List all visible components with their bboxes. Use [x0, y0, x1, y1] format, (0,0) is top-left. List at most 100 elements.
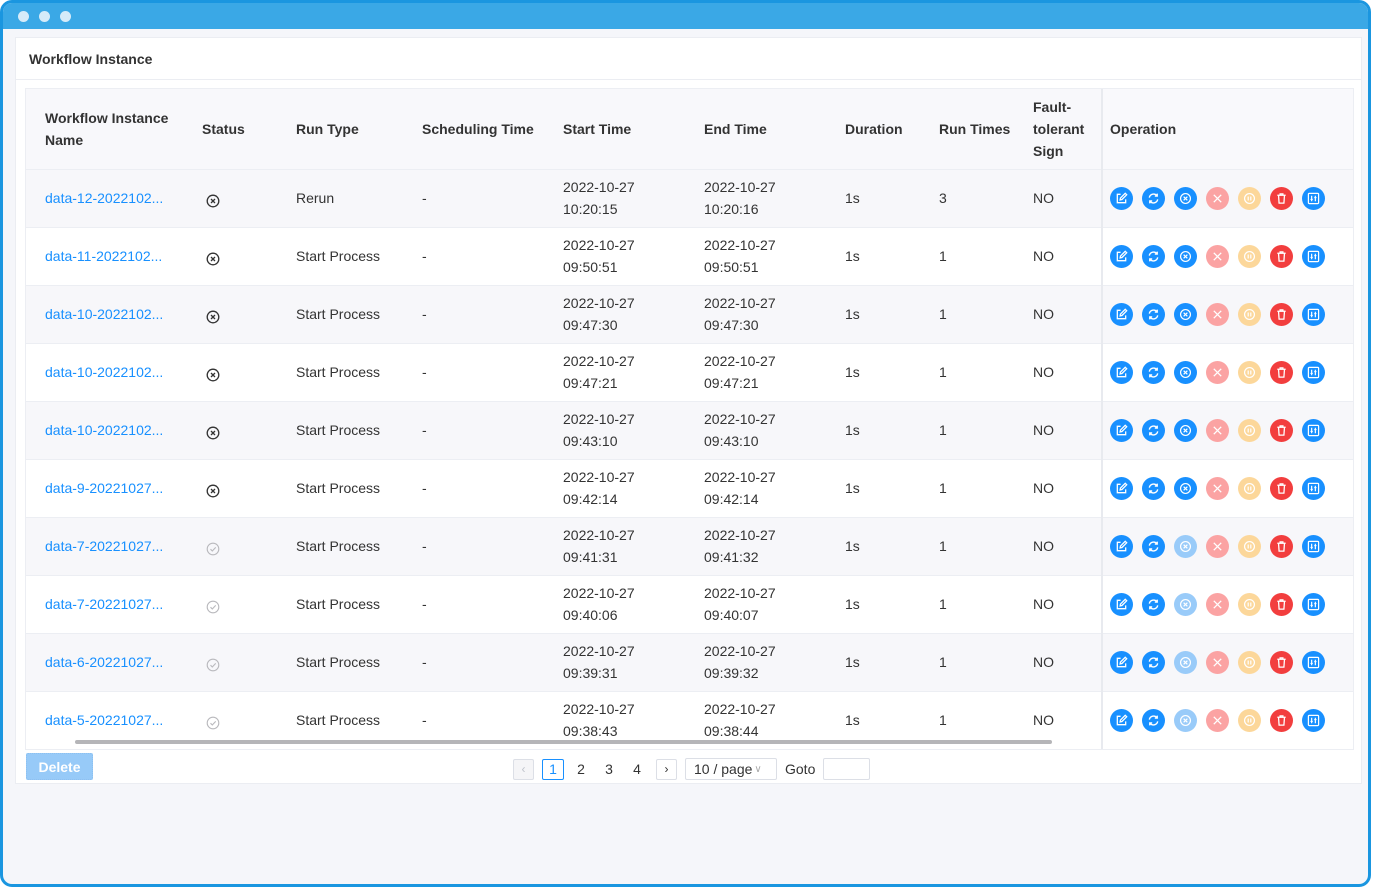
recover-failed-button[interactable] — [1206, 476, 1229, 500]
workflow-instance-link[interactable]: data-12-2022102... — [45, 190, 163, 206]
recover-failed-button[interactable] — [1206, 244, 1229, 268]
gantt-button[interactable] — [1302, 708, 1325, 732]
edit-button[interactable] — [1110, 534, 1133, 558]
pause-button[interactable] — [1238, 360, 1261, 384]
rerun-button[interactable] — [1142, 418, 1165, 442]
run-type-cell: Start Process — [288, 459, 414, 518]
gantt-button[interactable] — [1302, 592, 1325, 616]
edit-button[interactable] — [1110, 186, 1133, 210]
prev-page-button[interactable]: ‹ — [513, 758, 534, 780]
workflow-instance-link[interactable]: data-7-20221027... — [45, 596, 163, 612]
stop-button[interactable] — [1174, 186, 1197, 210]
workflow-instance-link[interactable]: data-10-2022102... — [45, 306, 163, 322]
pause-button[interactable] — [1238, 650, 1261, 674]
stop-button[interactable] — [1174, 650, 1197, 674]
gantt-button[interactable] — [1302, 244, 1325, 268]
edit-button[interactable] — [1110, 360, 1133, 384]
page-size-select[interactable]: 10 / page ∨ — [685, 758, 777, 780]
pause-button[interactable] — [1238, 534, 1261, 558]
rerun-button[interactable] — [1142, 302, 1165, 326]
gantt-button[interactable] — [1302, 476, 1325, 500]
stop-button[interactable] — [1174, 534, 1197, 558]
window-minimize-button[interactable] — [39, 10, 50, 22]
delete-button[interactable] — [1270, 244, 1293, 268]
stop-button[interactable] — [1174, 244, 1197, 268]
gantt-button[interactable] — [1302, 418, 1325, 442]
pause-button[interactable] — [1238, 708, 1261, 732]
run-times-cell: 1 — [931, 575, 1025, 634]
gantt-button[interactable] — [1302, 534, 1325, 558]
run-type-cell: Start Process — [288, 343, 414, 402]
next-page-button[interactable]: › — [656, 758, 677, 780]
workflow-instance-link[interactable]: data-6-20221027... — [45, 654, 163, 670]
edit-button[interactable] — [1110, 708, 1133, 732]
page-2-button[interactable]: 2 — [570, 759, 592, 780]
delete-button[interactable]: Delete — [26, 753, 93, 780]
pause-button[interactable] — [1238, 418, 1261, 442]
window-maximize-button[interactable] — [60, 10, 71, 22]
recover-failed-button[interactable] — [1206, 708, 1229, 732]
run-times-cell: 1 — [931, 343, 1025, 402]
stop-button[interactable] — [1174, 708, 1197, 732]
stop-button[interactable] — [1174, 592, 1197, 616]
pause-button[interactable] — [1238, 592, 1261, 616]
pause-button[interactable] — [1238, 302, 1261, 326]
delete-button[interactable] — [1270, 534, 1293, 558]
gantt-button[interactable] — [1302, 302, 1325, 326]
workflow-instance-link[interactable]: data-7-20221027... — [45, 538, 163, 554]
delete-button[interactable] — [1270, 360, 1293, 384]
edit-button[interactable] — [1110, 650, 1133, 674]
recover-failed-button[interactable] — [1206, 302, 1229, 326]
recover-failed-button[interactable] — [1206, 592, 1229, 616]
recover-failed-button[interactable] — [1206, 418, 1229, 442]
rerun-button[interactable] — [1142, 592, 1165, 616]
gantt-button[interactable] — [1302, 650, 1325, 674]
rerun-button[interactable] — [1142, 476, 1165, 500]
stop-button[interactable] — [1174, 476, 1197, 500]
gantt-button[interactable] — [1302, 186, 1325, 210]
workflow-instance-link[interactable]: data-11-2022102... — [45, 248, 162, 264]
pause-button[interactable] — [1238, 244, 1261, 268]
workflow-instance-link[interactable]: data-5-20221027... — [45, 712, 163, 728]
rerun-button[interactable] — [1142, 708, 1165, 732]
stop-button[interactable] — [1174, 418, 1197, 442]
stop-button[interactable] — [1174, 302, 1197, 326]
recover-failed-button[interactable] — [1206, 360, 1229, 384]
recover-failed-button[interactable] — [1206, 534, 1229, 558]
page-3-button[interactable]: 3 — [598, 759, 620, 780]
gantt-button[interactable] — [1302, 360, 1325, 384]
horizontal-scrollbar[interactable] — [75, 740, 1052, 744]
edit-button[interactable] — [1110, 476, 1133, 500]
delete-button[interactable] — [1270, 592, 1293, 616]
workflow-instance-link[interactable]: data-9-20221027... — [45, 480, 163, 496]
pause-button[interactable] — [1238, 186, 1261, 210]
delete-button[interactable] — [1270, 418, 1293, 442]
recover-failed-button[interactable] — [1206, 650, 1229, 674]
rerun-button[interactable] — [1142, 650, 1165, 674]
rerun-button[interactable] — [1142, 534, 1165, 558]
edit-button[interactable] — [1110, 302, 1133, 326]
delete-button[interactable] — [1270, 708, 1293, 732]
workflow-instance-link[interactable]: data-10-2022102... — [45, 364, 163, 380]
delete-button[interactable] — [1270, 476, 1293, 500]
window-close-button[interactable] — [18, 10, 29, 22]
goto-page-input[interactable] — [823, 758, 871, 780]
delete-button[interactable] — [1270, 650, 1293, 674]
start-time-cell: 2022-10-27 09:41:31 — [555, 517, 696, 576]
edit-button[interactable] — [1110, 244, 1133, 268]
rerun-button[interactable] — [1142, 186, 1165, 210]
recover-failed-button[interactable] — [1206, 186, 1229, 210]
workflow-instance-link[interactable]: data-10-2022102... — [45, 422, 163, 438]
edit-button[interactable] — [1110, 592, 1133, 616]
rerun-button[interactable] — [1142, 244, 1165, 268]
edit-button[interactable] — [1110, 418, 1133, 442]
page-1-button[interactable]: 1 — [542, 758, 564, 780]
stop-button[interactable] — [1174, 360, 1197, 384]
pause-button[interactable] — [1238, 476, 1261, 500]
rerun-button[interactable] — [1142, 360, 1165, 384]
page-4-button[interactable]: 4 — [626, 759, 648, 780]
delete-button[interactable] — [1270, 186, 1293, 210]
delete-button[interactable] — [1270, 302, 1293, 326]
end-clock: 09:39:32 — [704, 665, 759, 681]
end-date: 2022-10-27 — [704, 295, 776, 311]
